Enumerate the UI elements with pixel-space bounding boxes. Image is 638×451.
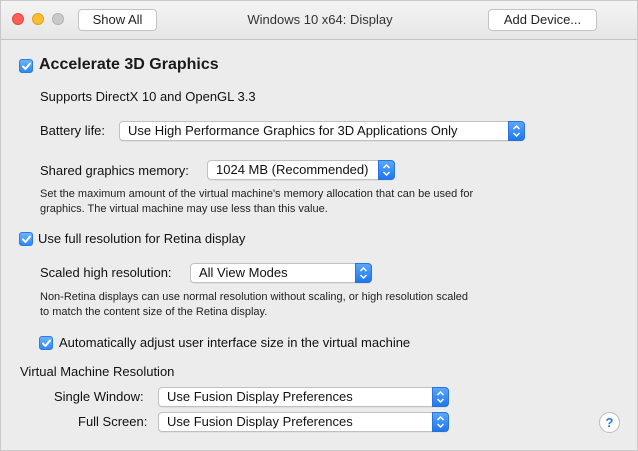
chevron-updown-icon bbox=[432, 412, 449, 432]
battery-life-label: Battery life: bbox=[40, 123, 106, 138]
zoom-window-icon[interactable] bbox=[52, 13, 64, 25]
chevron-updown-icon bbox=[432, 387, 449, 407]
checkmark-icon bbox=[42, 339, 51, 347]
preferences-window: Show All Windows 10 x64: Display Add Dev… bbox=[0, 0, 638, 451]
single-window-select[interactable]: Use Fusion Display Preferences bbox=[158, 387, 449, 407]
title-bar: Show All Windows 10 x64: Display Add Dev… bbox=[1, 1, 637, 40]
single-window-label: Single Window: bbox=[54, 389, 144, 404]
full-screen-select[interactable]: Use Fusion Display Preferences bbox=[158, 412, 449, 432]
chevron-updown-icon bbox=[378, 160, 395, 180]
accelerate-3d-checkbox[interactable] bbox=[19, 59, 33, 73]
scaled-resolution-label: Scaled high resolution: bbox=[40, 265, 172, 280]
retina-checkbox[interactable] bbox=[19, 232, 33, 246]
memory-description-line2: graphics. The virtual machine may use le… bbox=[40, 203, 328, 215]
minimize-window-icon[interactable] bbox=[32, 13, 44, 25]
scaled-resolution-value: All View Modes bbox=[199, 265, 288, 280]
supports-text: Supports DirectX 10 and OpenGL 3.3 bbox=[40, 89, 256, 104]
auto-adjust-checkbox[interactable] bbox=[39, 336, 53, 350]
shared-memory-label: Shared graphics memory: bbox=[40, 163, 189, 178]
memory-description-line1: Set the maximum amount of the virtual ma… bbox=[40, 188, 474, 200]
checkmark-icon bbox=[22, 62, 31, 70]
add-device-button[interactable]: Add Device... bbox=[488, 9, 597, 31]
accelerate-3d-label: Accelerate 3D Graphics bbox=[39, 56, 219, 73]
chevron-updown-icon bbox=[508, 121, 525, 141]
battery-life-value: Use High Performance Graphics for 3D App… bbox=[128, 123, 458, 138]
shared-memory-value: 1024 MB (Recommended) bbox=[216, 162, 369, 177]
retina-description-line1: Non-Retina displays can use normal resol… bbox=[40, 291, 469, 303]
retina-description-line2: to match the content size of the Retina … bbox=[40, 306, 268, 318]
chevron-updown-icon bbox=[355, 263, 372, 283]
window-title: Windows 10 x64: Display bbox=[247, 12, 393, 27]
scaled-resolution-select[interactable]: All View Modes bbox=[190, 263, 372, 283]
show-all-button[interactable]: Show All bbox=[78, 9, 157, 31]
battery-life-select[interactable]: Use High Performance Graphics for 3D App… bbox=[119, 121, 525, 141]
auto-adjust-label: Automatically adjust user interface size… bbox=[59, 335, 411, 350]
help-button[interactable]: ? bbox=[599, 412, 620, 433]
full-screen-label: Full Screen: bbox=[78, 414, 148, 429]
full-screen-value: Use Fusion Display Preferences bbox=[167, 414, 353, 429]
vm-resolution-heading: Virtual Machine Resolution bbox=[20, 364, 175, 379]
close-window-icon[interactable] bbox=[12, 13, 24, 25]
checkmark-icon bbox=[22, 235, 31, 243]
shared-memory-select[interactable]: 1024 MB (Recommended) bbox=[207, 160, 395, 180]
single-window-value: Use Fusion Display Preferences bbox=[167, 389, 353, 404]
retina-label: Use full resolution for Retina display bbox=[38, 231, 246, 246]
